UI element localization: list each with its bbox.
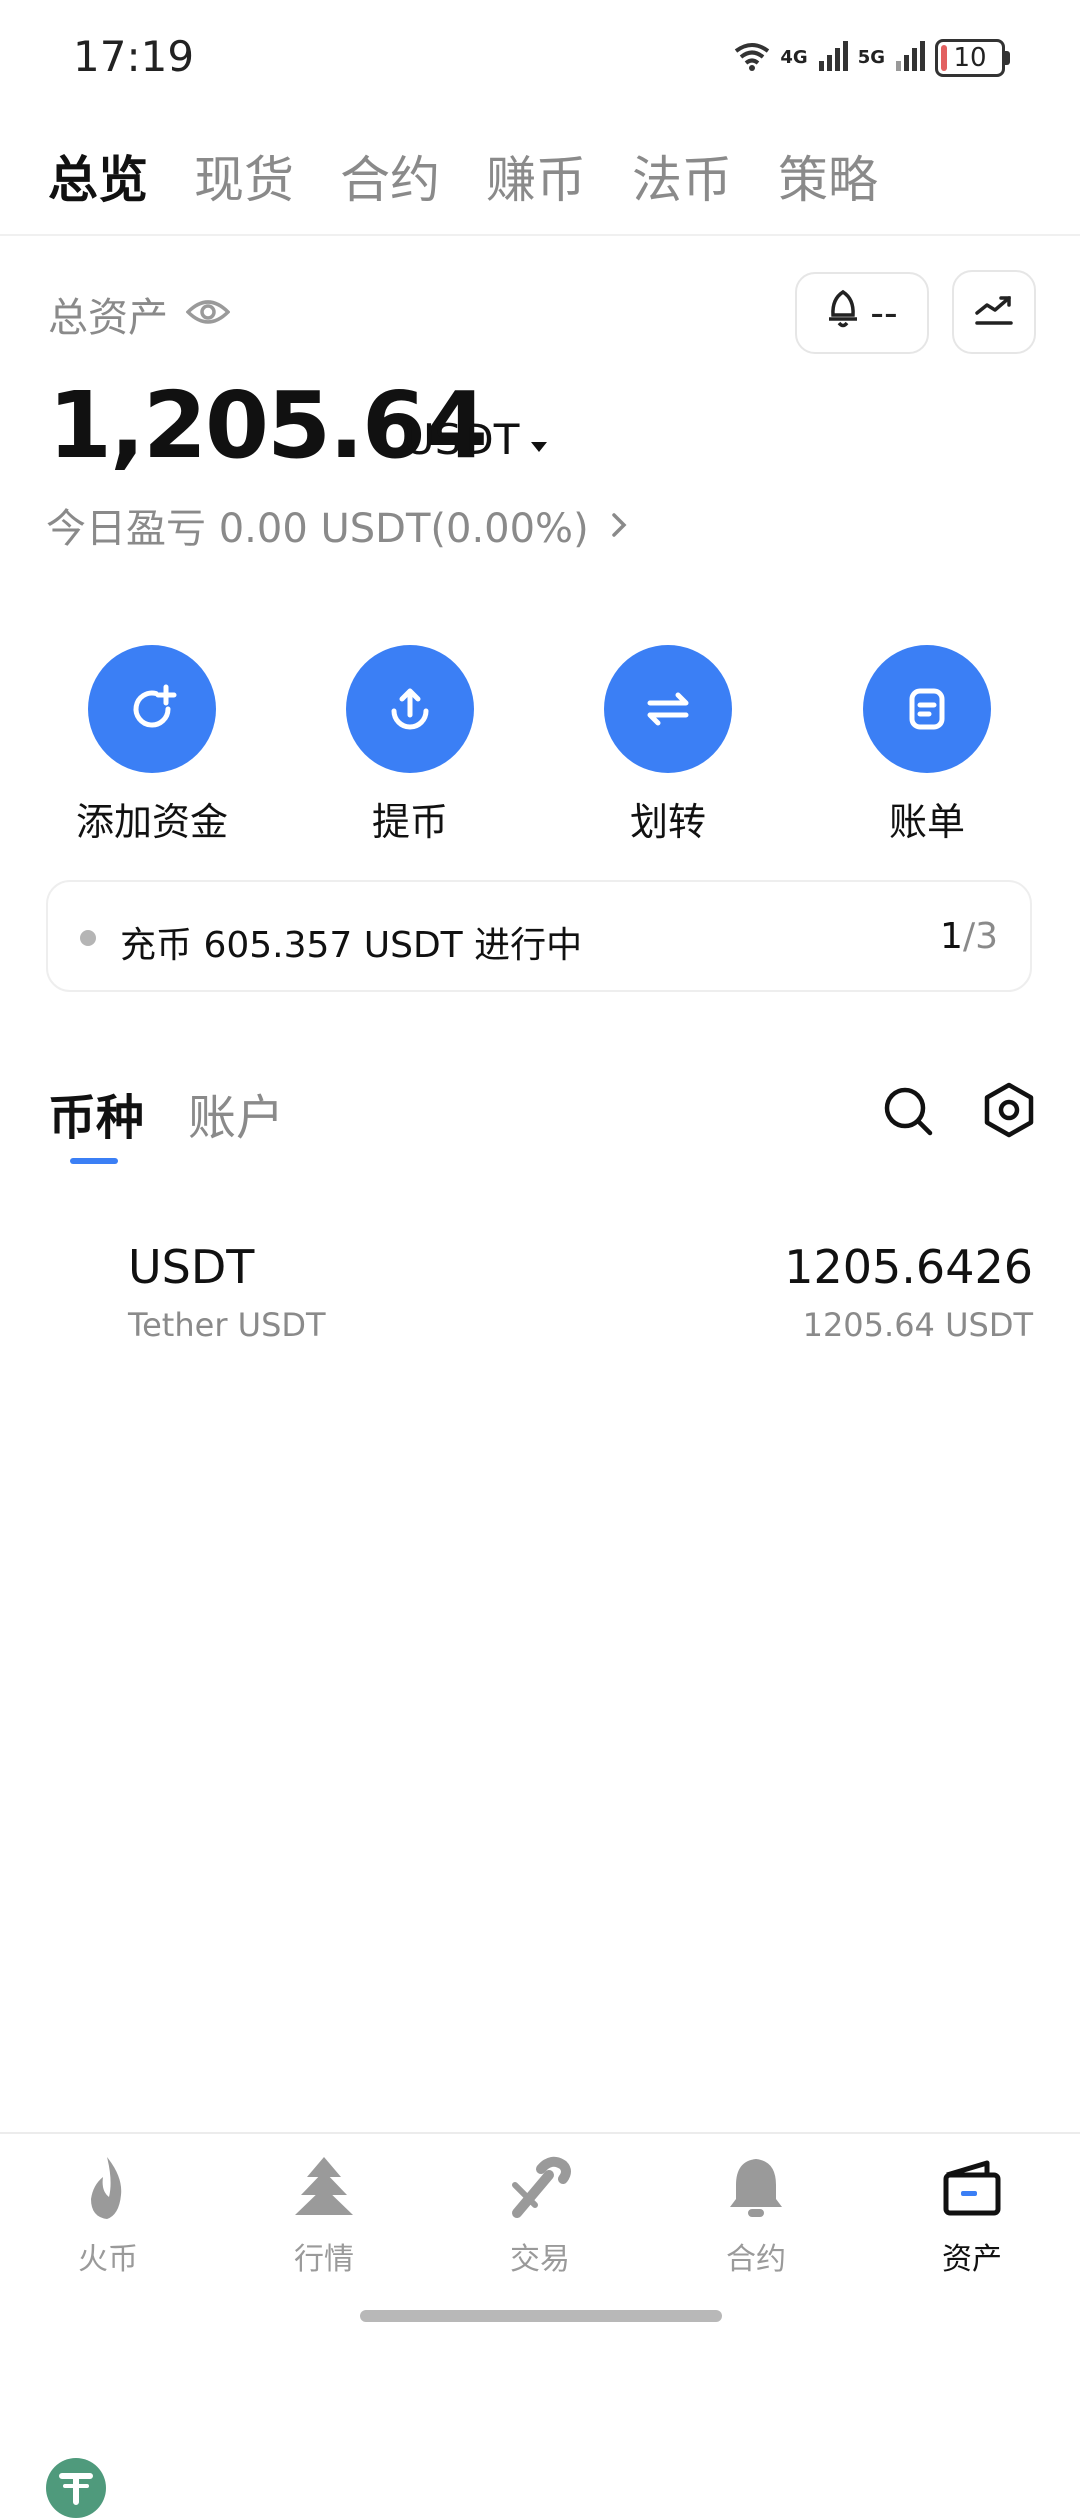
battery-level: 10 [953, 43, 987, 73]
nav-futures-label: 合约 [726, 2242, 786, 2277]
battery-icon: 10 [935, 39, 1005, 77]
asset-chart-button[interactable] [952, 270, 1036, 354]
today-pnl-text: 今日盈亏 0.00 USDT(0.00%) [46, 506, 589, 552]
tree-icon [286, 2150, 362, 2226]
nav-assets[interactable]: 资产 [864, 2150, 1080, 2278]
chevron-right-icon [611, 502, 627, 548]
notice-page-current: 1 [940, 916, 963, 957]
nav-futures[interactable]: 合约 [648, 2150, 864, 2278]
wifi-icon [734, 41, 770, 75]
transfer-icon [604, 645, 732, 773]
total-assets-text: 总资产 [48, 295, 168, 341]
currency-selector[interactable]: USDT [404, 415, 549, 464]
signal-icon [818, 41, 848, 75]
total-assets-label: 总资产 [48, 285, 231, 343]
nav-trade-label: 交易 [510, 2242, 570, 2277]
candy-icon [502, 2150, 578, 2226]
bill-label: 账单 [888, 800, 965, 844]
transfer-label: 划转 [629, 800, 706, 844]
add-funds-icon [88, 645, 216, 773]
nav-huobi[interactable]: 火币 [0, 2150, 216, 2278]
coin-amount: 1205.6426 [784, 1240, 1033, 1294]
network-4g-label: 4G [780, 47, 808, 68]
transfer-button[interactable]: 划转 [558, 645, 778, 846]
wallet-icon [934, 2150, 1010, 2226]
list-item[interactable]: USDT Tether USDT 1205.6426 1205.64 USDT [0, 1220, 1080, 2518]
notice-dot [80, 930, 96, 946]
search-icon[interactable] [882, 1085, 934, 1141]
nav-assets-label: 资产 [942, 2242, 1002, 2277]
nav-trade[interactable]: 交易 [432, 2150, 648, 2278]
tab-indicator [70, 1158, 118, 1164]
nav-market-label: 行情 [294, 2242, 354, 2277]
notice-text: 充币 605.357 USDT 进行中 [120, 925, 583, 966]
coin-symbol: USDT [128, 1240, 255, 1294]
status-time: 17:19 [73, 32, 195, 81]
signal-icon-2 [895, 41, 925, 75]
eye-icon[interactable] [185, 291, 231, 337]
tab-overview[interactable]: 总览 [48, 140, 148, 212]
network-5g-label: 5G [857, 47, 885, 68]
tab-strategy[interactable]: 策略 [778, 140, 878, 212]
withdraw-label: 提币 [371, 800, 448, 844]
tab-futures[interactable]: 合约 [340, 140, 440, 212]
withdraw-icon [346, 645, 474, 773]
bell-icon [718, 2150, 794, 2226]
bottom-nav-divider [0, 2132, 1080, 2134]
bill-icon [863, 645, 991, 773]
rocket-bell-icon [826, 289, 860, 338]
divider [0, 234, 1080, 236]
tab-accounts[interactable]: 账户 [188, 1078, 284, 1148]
top-tabs: 总览 现货 合约 赚币 法币 策略 [48, 140, 878, 212]
tab-fiat[interactable]: 法币 [632, 140, 732, 212]
price-alert-button[interactable]: -- [795, 272, 929, 354]
flame-icon [70, 2150, 146, 2226]
alert-text: -- [870, 291, 898, 335]
tab-earn[interactable]: 赚币 [486, 140, 586, 212]
notice-pager: 1/3 [940, 916, 998, 957]
coin-value: 1205.64 USDT [802, 1306, 1033, 1344]
deposit-notice[interactable]: 充币 605.357 USDT 进行中 1/3 [46, 880, 1032, 992]
tab-spot[interactable]: 现货 [194, 140, 294, 212]
nav-market[interactable]: 行情 [216, 2150, 432, 2278]
tether-icon [46, 2458, 106, 2518]
currency-label: USDT [404, 415, 520, 464]
add-funds-label: 添加资金 [75, 800, 228, 844]
status-icons: 4G 5G 10 [734, 34, 1010, 82]
tab-coins[interactable]: 币种 [48, 1078, 144, 1148]
home-indicator[interactable] [360, 2310, 722, 2322]
trend-chart-icon [974, 293, 1014, 331]
settings-icon[interactable] [982, 1082, 1036, 1142]
coin-fullname: Tether USDT [128, 1306, 326, 1344]
add-funds-button[interactable]: 添加资金 [42, 645, 262, 846]
nav-huobi-label: 火币 [78, 2242, 138, 2277]
bill-button[interactable]: 账单 [817, 645, 1037, 846]
notice-page-total: /3 [962, 916, 998, 957]
today-pnl[interactable]: 今日盈亏 0.00 USDT(0.00%) [46, 496, 627, 554]
caret-down-icon [529, 415, 549, 464]
withdraw-button[interactable]: 提币 [300, 645, 520, 846]
